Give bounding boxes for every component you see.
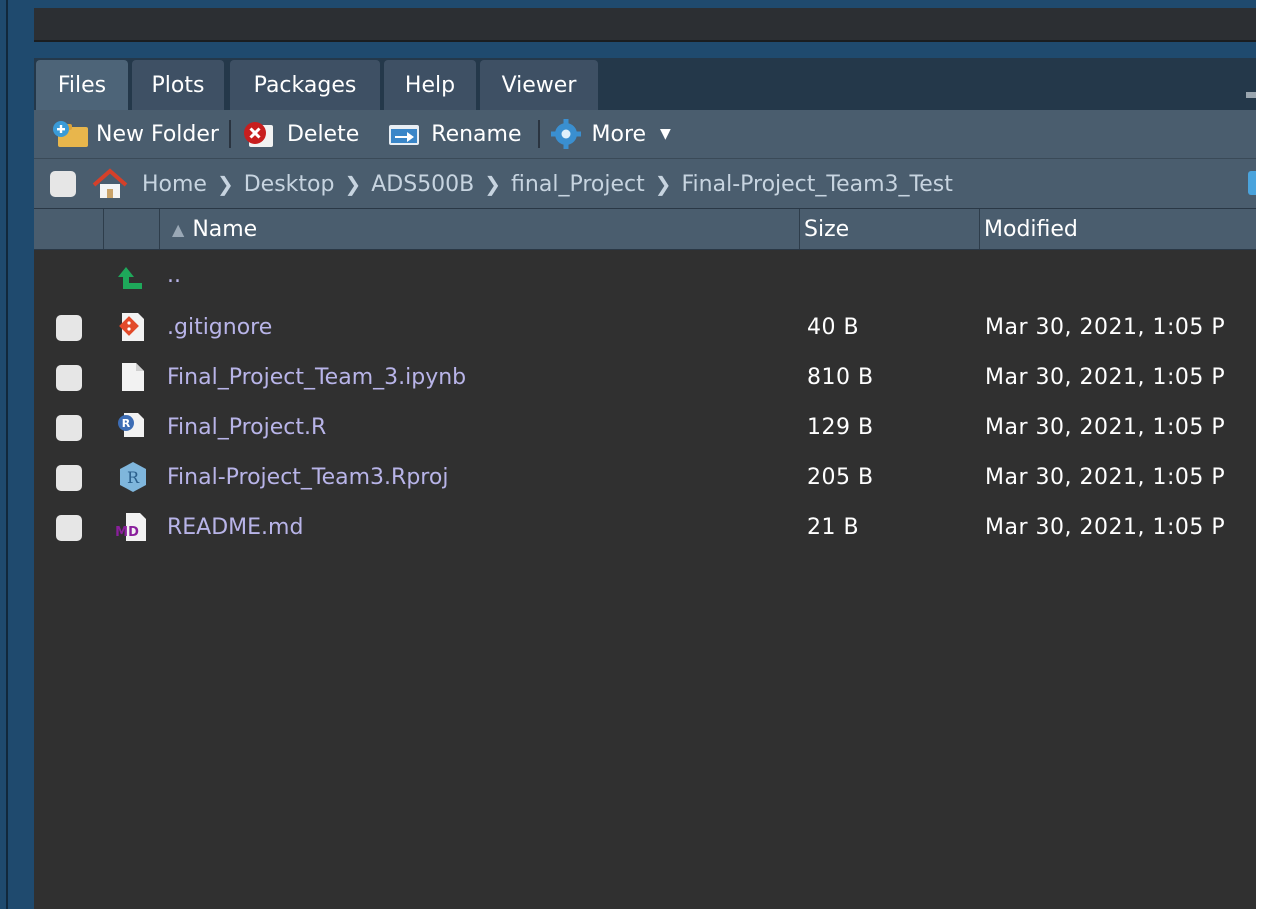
- file-row[interactable]: R Final-Project_Team3.Rproj 205 B Mar 30…: [34, 453, 1256, 503]
- file-name-link[interactable]: .gitignore: [167, 315, 272, 340]
- file-checkbox[interactable]: [56, 415, 82, 441]
- file-modified: Mar 30, 2021, 1:05 P: [985, 415, 1226, 440]
- svg-text:R: R: [122, 417, 131, 430]
- file-checkbox[interactable]: [56, 365, 82, 391]
- parent-directory-icon: [118, 267, 142, 289]
- header-checkbox-col: [34, 209, 104, 249]
- tab-label: Files: [57, 72, 107, 98]
- tab-label: Viewer: [501, 72, 577, 98]
- rename-label: Rename: [431, 121, 522, 147]
- chevron-right-icon: ❯: [654, 172, 672, 196]
- toolbar-divider: [228, 120, 231, 148]
- breadcrumb-desktop[interactable]: Desktop: [244, 172, 335, 197]
- delete-icon: [243, 122, 273, 147]
- upper-pane: [34, 8, 1256, 42]
- file-row[interactable]: MD README.md 21 B Mar 30, 2021, 1:05 P: [34, 503, 1256, 553]
- gear-icon: [550, 119, 581, 149]
- tab-help[interactable]: Help: [384, 60, 476, 110]
- tab-label: Help: [404, 72, 456, 98]
- tab-files[interactable]: Files: [36, 60, 128, 110]
- svg-text:MD: MD: [116, 525, 139, 540]
- window-frame: Files Plots Packages Help Viewer New Fol…: [0, 0, 1256, 909]
- column-header-modified[interactable]: Modified: [980, 209, 1256, 249]
- file-row[interactable]: .gitignore 40 B Mar 30, 2021, 1:05 P: [34, 303, 1256, 353]
- tab-packages[interactable]: Packages: [230, 60, 380, 110]
- file-checkbox[interactable]: [56, 515, 82, 541]
- file-row[interactable]: Final_Project_Team_3.ipynb 810 B Mar 30,…: [34, 353, 1256, 403]
- file-checkbox[interactable]: [56, 315, 82, 341]
- chevron-right-icon: ❯: [216, 172, 234, 196]
- blank-file-icon: [122, 363, 144, 391]
- files-pane: Files Plots Packages Help Viewer New Fol…: [34, 58, 1256, 909]
- new-folder-label: New Folder: [96, 121, 219, 147]
- rproj-icon: R: [120, 462, 146, 492]
- parent-directory-label: ..: [167, 263, 181, 288]
- parent-directory-row[interactable]: ..: [34, 253, 1256, 303]
- file-modified: Mar 30, 2021, 1:05 P: [985, 315, 1226, 340]
- file-modified: Mar 30, 2021, 1:05 P: [985, 515, 1226, 540]
- chevron-right-icon: ❯: [484, 172, 502, 196]
- breadcrumb-current[interactable]: Final-Project_Team3_Test: [681, 172, 952, 197]
- new-folder-icon: [53, 121, 88, 147]
- file-modified: Mar 30, 2021, 1:05 P: [985, 465, 1226, 490]
- file-size: 810 B: [807, 365, 874, 390]
- file-name-link[interactable]: Final-Project_Team3.Rproj: [167, 465, 448, 490]
- r-script-icon: R: [118, 413, 144, 437]
- frame-divider: [6, 0, 8, 909]
- project-icon[interactable]: [1248, 171, 1256, 195]
- file-name-link[interactable]: README.md: [167, 515, 303, 540]
- file-size: 40 B: [807, 315, 860, 340]
- file-checkbox[interactable]: [56, 465, 82, 491]
- header-icon-col: [104, 209, 160, 249]
- file-size: 21 B: [807, 515, 860, 540]
- sort-ascending-icon: ▲: [172, 219, 185, 239]
- column-modified-label: Modified: [984, 216, 1078, 242]
- select-all-checkbox[interactable]: [50, 171, 76, 197]
- tab-viewer[interactable]: Viewer: [480, 60, 598, 110]
- file-size: 129 B: [807, 415, 874, 440]
- home-icon[interactable]: [90, 167, 130, 201]
- tab-label: Plots: [151, 72, 205, 98]
- git-file-icon: [119, 313, 144, 341]
- column-size-label: Size: [804, 216, 850, 242]
- file-size: 205 B: [807, 465, 874, 490]
- tab-plots[interactable]: Plots: [132, 60, 224, 110]
- file-name-link[interactable]: Final_Project_Team_3.ipynb: [167, 365, 466, 390]
- rename-icon: [389, 125, 420, 145]
- markdown-icon: MD: [116, 513, 146, 541]
- breadcrumb-home[interactable]: Home: [142, 172, 207, 197]
- column-header-name[interactable]: ▲ Name: [160, 209, 800, 249]
- more-button[interactable]: More ▼: [550, 110, 671, 158]
- file-list-header: ▲ Name Size Modified: [34, 208, 1256, 250]
- minimize-pane-icon[interactable]: [1246, 92, 1256, 98]
- breadcrumb: Home ❯ Desktop ❯ ADS500B ❯ final_Project…: [34, 158, 1256, 209]
- chevron-right-icon: ❯: [344, 172, 362, 196]
- column-name-label: Name: [192, 216, 258, 242]
- column-header-size[interactable]: Size: [800, 209, 980, 249]
- tab-bar: Files Plots Packages Help Viewer: [34, 58, 1256, 110]
- breadcrumb-final-project[interactable]: final_Project: [511, 172, 645, 197]
- more-label: More: [591, 121, 647, 147]
- delete-label: Delete: [286, 121, 360, 147]
- file-modified: Mar 30, 2021, 1:05 P: [985, 365, 1226, 390]
- toolbar-divider: [537, 120, 540, 148]
- file-row[interactable]: R Final_Project.R 129 B Mar 30, 2021, 1:…: [34, 403, 1256, 453]
- delete-button[interactable]: Delete: [241, 110, 359, 158]
- svg-text:R: R: [127, 468, 140, 487]
- files-toolbar: New Folder Delete Rename More ▼: [34, 110, 1256, 158]
- breadcrumb-ads500b[interactable]: ADS500B: [371, 172, 474, 197]
- new-folder-button[interactable]: New Folder: [52, 110, 219, 158]
- rename-button[interactable]: Rename: [387, 110, 522, 158]
- chevron-down-icon: ▼: [660, 126, 671, 142]
- file-name-link[interactable]: Final_Project.R: [167, 415, 326, 440]
- tab-label: Packages: [253, 72, 357, 98]
